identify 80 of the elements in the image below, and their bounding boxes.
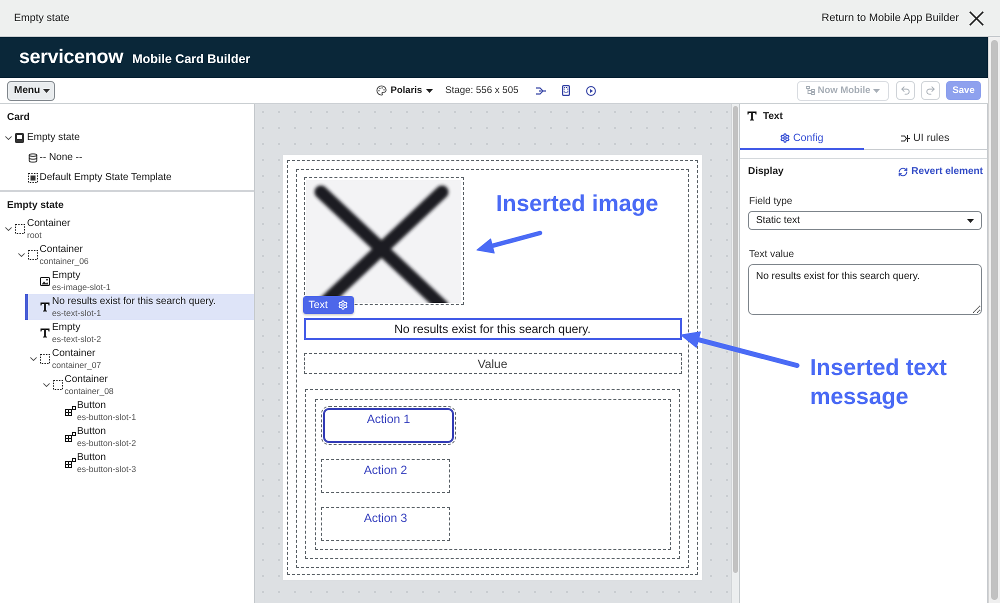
refresh-icon xyxy=(898,166,908,176)
filter-icon xyxy=(901,134,910,142)
app-title: Mobile Card Builder xyxy=(132,52,250,66)
tab[interactable]: Config xyxy=(740,128,864,150)
action-button[interactable]: Action 2 xyxy=(321,458,450,492)
field-label: Field type xyxy=(749,196,794,207)
image-icon xyxy=(40,276,50,286)
chevron-down-icon[interactable] xyxy=(30,357,37,361)
chevron-down-icon[interactable] xyxy=(5,227,12,231)
scrollbar[interactable] xyxy=(731,104,739,603)
redo-icon xyxy=(925,85,936,96)
scrollbar[interactable] xyxy=(988,37,1000,603)
caret-icon xyxy=(967,218,974,222)
text-type-icon xyxy=(747,111,757,121)
palette-icon xyxy=(376,85,387,96)
selection-tag[interactable]: Text xyxy=(302,296,354,314)
select-field[interactable]: Static text xyxy=(748,211,982,230)
panel-heading: Card xyxy=(6,111,31,125)
return-link[interactable]: Return to Mobile App Builder xyxy=(822,12,959,24)
tree-item[interactable]: Empty state xyxy=(0,128,254,148)
tree-item[interactable]: Button es-button-slot-1 xyxy=(50,398,254,424)
text-type-icon xyxy=(40,302,50,312)
chevron-down-icon[interactable] xyxy=(42,383,50,387)
tree-item[interactable]: Button es-button-slot-2 xyxy=(50,424,254,450)
revert-link[interactable]: Revert element xyxy=(898,166,983,177)
tree-item[interactable]: Container container_07 xyxy=(25,346,254,372)
scrollbar-thumb[interactable] xyxy=(991,40,998,600)
tree-item[interactable]: Container container_06 xyxy=(12,242,254,268)
tree-item[interactable]: Container container_08 xyxy=(38,372,254,398)
hierarchy-icon xyxy=(806,86,815,95)
caret-icon xyxy=(873,88,880,92)
logo: servicenow xyxy=(19,46,124,69)
component-icon xyxy=(65,432,76,442)
text-type-icon xyxy=(40,328,50,338)
chevron-down-icon[interactable] xyxy=(5,136,12,140)
split-icon xyxy=(536,86,546,94)
annotation-text: Inserted image xyxy=(496,189,660,218)
stage-size: Stage: 556 x 505 xyxy=(445,85,518,96)
menu-button[interactable]: Menu xyxy=(7,80,55,100)
settings-icon xyxy=(780,133,790,143)
tree-item[interactable]: Container root xyxy=(0,216,254,242)
dashed-square-icon xyxy=(28,250,38,260)
undo-icon xyxy=(900,85,912,96)
tree-item[interactable]: Empty es-text-slot-2 xyxy=(25,320,254,346)
field-label: Text value xyxy=(749,249,796,260)
caret-icon xyxy=(43,88,50,92)
settings-icon xyxy=(338,300,348,310)
tab[interactable]: UI rules xyxy=(864,128,987,150)
tree-item[interactable]: Button es-button-slot-3 xyxy=(50,450,254,476)
dashed-square-icon xyxy=(52,380,62,390)
panel-title: Text xyxy=(763,110,783,122)
play-icon xyxy=(586,86,596,96)
close-button[interactable] xyxy=(969,10,984,26)
window-title: Empty state xyxy=(14,12,70,24)
card-icon xyxy=(15,133,24,143)
chevron-down-icon[interactable] xyxy=(18,253,24,257)
text-slot[interactable]: Value xyxy=(304,353,682,374)
close-icon xyxy=(969,10,984,26)
section-title: Display xyxy=(748,166,784,177)
panel-heading: Empty state xyxy=(6,199,65,213)
template-icon xyxy=(28,173,38,183)
tree-item[interactable]: No results exist for this search query. es-text-slot-1 xyxy=(25,294,254,320)
annotation-arrow xyxy=(475,230,544,255)
theme-dropdown[interactable]: Polaris xyxy=(390,85,434,96)
phone-icon xyxy=(562,85,570,96)
text-value-field[interactable]: No results exist for this search query. xyxy=(748,264,982,315)
action-button[interactable]: Action 3 xyxy=(321,506,450,540)
caret-icon xyxy=(426,88,434,92)
scrollbar-thumb[interactable] xyxy=(733,106,738,573)
component-icon xyxy=(65,458,76,468)
text-slot[interactable]: No results exist for this search query. xyxy=(304,318,682,340)
action-button[interactable]: Action 1 xyxy=(323,408,454,442)
component-icon xyxy=(65,406,76,416)
tree-item[interactable]: Default Empty State Template xyxy=(12,168,254,188)
dashed-square-icon xyxy=(40,354,50,364)
database-icon xyxy=(28,153,38,163)
tree-item[interactable]: -- None -- xyxy=(12,148,254,168)
dashed-square-icon xyxy=(15,224,25,234)
annotation-text: Inserted text message xyxy=(810,353,948,411)
tree-item[interactable]: Empty es-image-slot-1 xyxy=(25,268,254,294)
